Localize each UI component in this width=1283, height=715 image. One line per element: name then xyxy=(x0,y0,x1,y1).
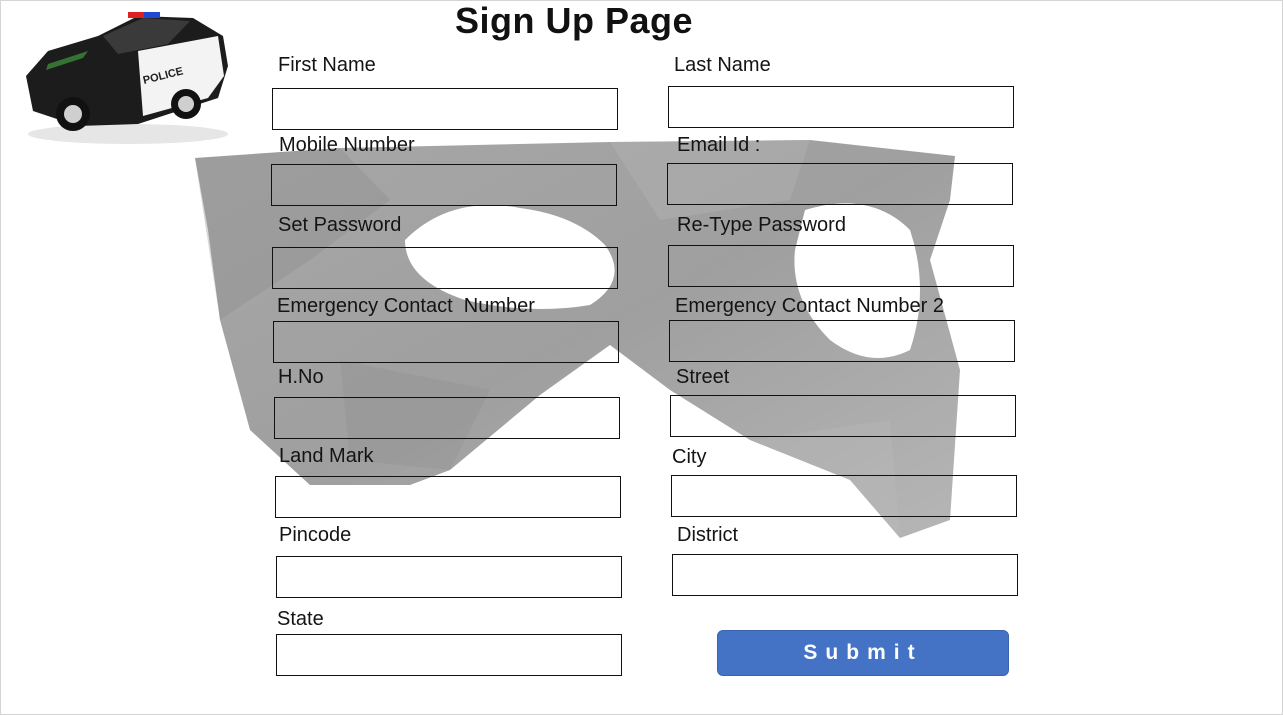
first-name-input[interactable] xyxy=(272,88,618,130)
state-input[interactable] xyxy=(276,634,622,676)
retype-password-input[interactable] xyxy=(668,245,1014,287)
last-name-label: Last Name xyxy=(674,54,771,76)
landmark-label: Land Mark xyxy=(279,445,374,467)
pincode-input[interactable] xyxy=(276,556,622,598)
landmark-input[interactable] xyxy=(275,476,621,518)
mobile-number-input[interactable] xyxy=(271,164,617,206)
retype-password-label: Re-Type Password xyxy=(677,214,846,236)
city-input[interactable] xyxy=(671,475,1017,517)
house-number-label: H.No xyxy=(278,366,324,388)
set-password-label: Set Password xyxy=(278,214,402,236)
street-input[interactable] xyxy=(670,395,1016,437)
district-input[interactable] xyxy=(672,554,1018,596)
first-name-label: First Name xyxy=(278,54,376,76)
set-password-input[interactable] xyxy=(272,247,618,289)
last-name-input[interactable] xyxy=(668,86,1014,128)
emergency-contact-2-label: Emergency Contact Number 2 xyxy=(675,295,945,317)
page-title: Sign Up Page xyxy=(455,0,694,41)
emergency-contact-input[interactable] xyxy=(273,321,619,363)
email-input[interactable] xyxy=(667,163,1013,205)
emergency-contact-2-input[interactable] xyxy=(669,320,1015,362)
district-label: District xyxy=(677,524,739,546)
city-label: City xyxy=(672,446,707,468)
state-label: State xyxy=(277,608,324,630)
emergency-contact-label: Emergency Contact Number xyxy=(277,295,535,317)
mobile-number-label: Mobile Number xyxy=(279,134,415,156)
pincode-label: Pincode xyxy=(279,524,352,546)
street-label: Street xyxy=(676,366,730,388)
house-number-input[interactable] xyxy=(274,397,620,439)
submit-button[interactable]: Submit xyxy=(717,630,1009,676)
email-label: Email Id : xyxy=(677,134,761,156)
police-car-image: POLICE xyxy=(26,12,228,144)
